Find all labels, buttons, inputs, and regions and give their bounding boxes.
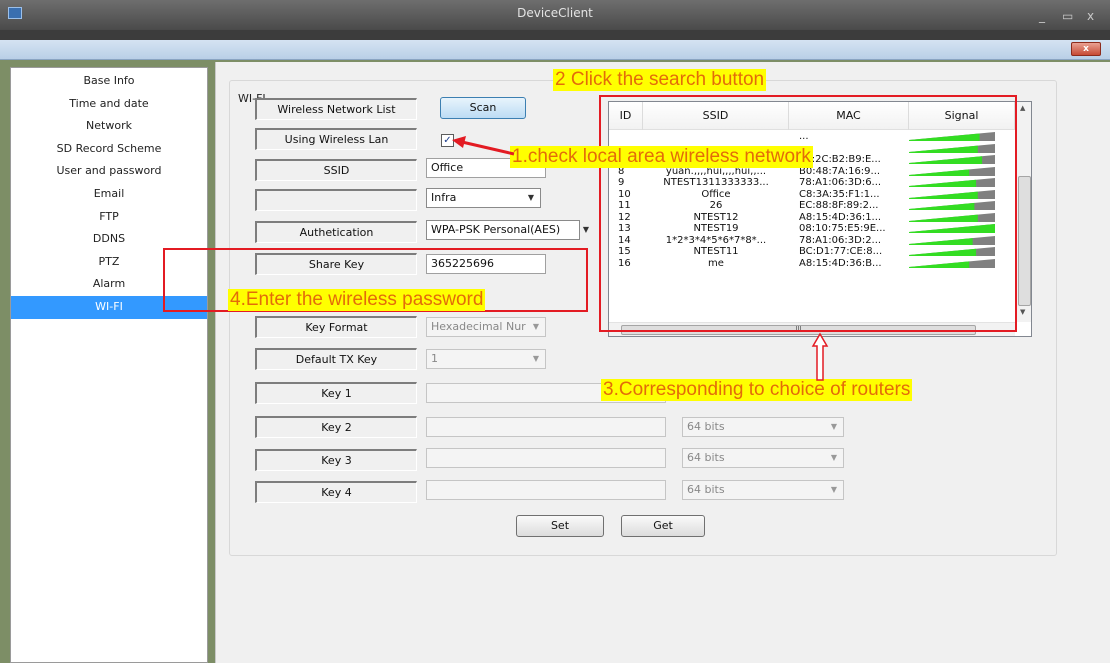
- key2-label: Key 2: [255, 416, 417, 438]
- wireless-list-label: Wireless Network List: [255, 98, 417, 120]
- nav-item-time-and-date[interactable]: Time and date: [11, 93, 207, 116]
- key3-label: Key 3: [255, 449, 417, 471]
- default-tx-key-label: Default TX Key: [255, 348, 417, 370]
- key2-input[interactable]: [426, 417, 666, 437]
- key2-bits-value: 64 bits: [687, 420, 725, 433]
- scroll-down-icon[interactable]: ▼: [1020, 308, 1025, 316]
- authentication-label: Authetication: [255, 221, 417, 243]
- key-format-value: Hexadecimal Nur: [431, 320, 526, 333]
- device-client-window: DeviceClient _ ▭ x x Base Info Time and …: [0, 0, 1110, 663]
- authentication-value: WPA-PSK Personal(AES): [431, 223, 561, 236]
- key4-bits-select[interactable]: 64 bits ▼: [682, 480, 844, 500]
- key3-input[interactable]: [426, 448, 666, 468]
- key4-input[interactable]: [426, 480, 666, 500]
- default-tx-key-value: 1: [431, 352, 438, 365]
- get-button[interactable]: Get: [621, 515, 705, 537]
- key1-label: Key 1: [255, 382, 417, 404]
- authentication-select[interactable]: WPA-PSK Personal(AES) ▼: [426, 220, 589, 240]
- network-mode-value: Infra: [431, 191, 457, 204]
- key3-bits-select[interactable]: 64 bits ▼: [682, 448, 844, 468]
- menu-bar: [0, 30, 1110, 40]
- annotation-step4: 4.Enter the wireless password: [228, 289, 486, 311]
- chevron-down-icon: ▼: [830, 453, 837, 462]
- key-format-select[interactable]: Hexadecimal Nur ▼: [426, 317, 546, 337]
- window-title: DeviceClient: [517, 6, 593, 20]
- key4-label: Key 4: [255, 481, 417, 503]
- annotation-step3: 3.Corresponding to choice of routers: [601, 379, 913, 401]
- scroll-up-icon[interactable]: ▲: [1020, 104, 1025, 112]
- chevron-down-icon: ▼: [532, 354, 539, 363]
- key4-bits-value: 64 bits: [687, 483, 725, 496]
- nav-item-network[interactable]: Network: [11, 115, 207, 138]
- close-icon[interactable]: x: [1087, 9, 1094, 23]
- nav-item-email[interactable]: Email: [11, 183, 207, 206]
- annotation-list-box: [599, 95, 1017, 332]
- child-window-strip: [0, 40, 1110, 60]
- title-bar: DeviceClient _ ▭ x: [0, 0, 1110, 30]
- network-mode-select[interactable]: Infra ▼: [426, 188, 541, 208]
- key2-bits-select[interactable]: 64 bits ▼: [682, 417, 844, 437]
- child-close-button[interactable]: x: [1071, 42, 1101, 56]
- nav-item-user-and-password[interactable]: User and password: [11, 160, 207, 183]
- key3-bits-value: 64 bits: [687, 451, 725, 464]
- annotation-step2: 2 Click the search button: [553, 69, 767, 91]
- nav-item-sd-record-scheme[interactable]: SD Record Scheme: [11, 138, 207, 161]
- scroll-thumb[interactable]: [1018, 176, 1031, 306]
- up-arrow-icon: [811, 332, 829, 381]
- maximize-icon[interactable]: ▭: [1062, 9, 1073, 23]
- key-format-label: Key Format: [255, 316, 417, 338]
- minimize-icon[interactable]: _: [1039, 9, 1045, 23]
- default-tx-key-select[interactable]: 1 ▼: [426, 349, 546, 369]
- chevron-down-icon: ▼: [582, 225, 589, 234]
- chevron-down-icon: ▼: [527, 193, 534, 202]
- using-wlan-label: Using Wireless Lan: [255, 128, 417, 150]
- chevron-down-icon: ▼: [830, 485, 837, 494]
- chevron-down-icon: ▼: [830, 422, 837, 431]
- vertical-scrollbar[interactable]: ▲ ▼: [1015, 102, 1031, 322]
- settings-nav: Base Info Time and date Network SD Recor…: [10, 67, 208, 663]
- scan-button[interactable]: Scan: [440, 97, 526, 119]
- ssid-label: SSID: [255, 159, 417, 181]
- set-button[interactable]: Set: [516, 515, 604, 537]
- network-mode-label: [255, 189, 417, 211]
- red-arrow-icon: [452, 136, 515, 156]
- nav-item-base-info[interactable]: Base Info: [11, 70, 207, 93]
- annotation-step1: 1.check local area wireless network: [510, 146, 813, 168]
- chevron-down-icon: ▼: [532, 322, 539, 331]
- nav-item-ftp[interactable]: FTP: [11, 206, 207, 229]
